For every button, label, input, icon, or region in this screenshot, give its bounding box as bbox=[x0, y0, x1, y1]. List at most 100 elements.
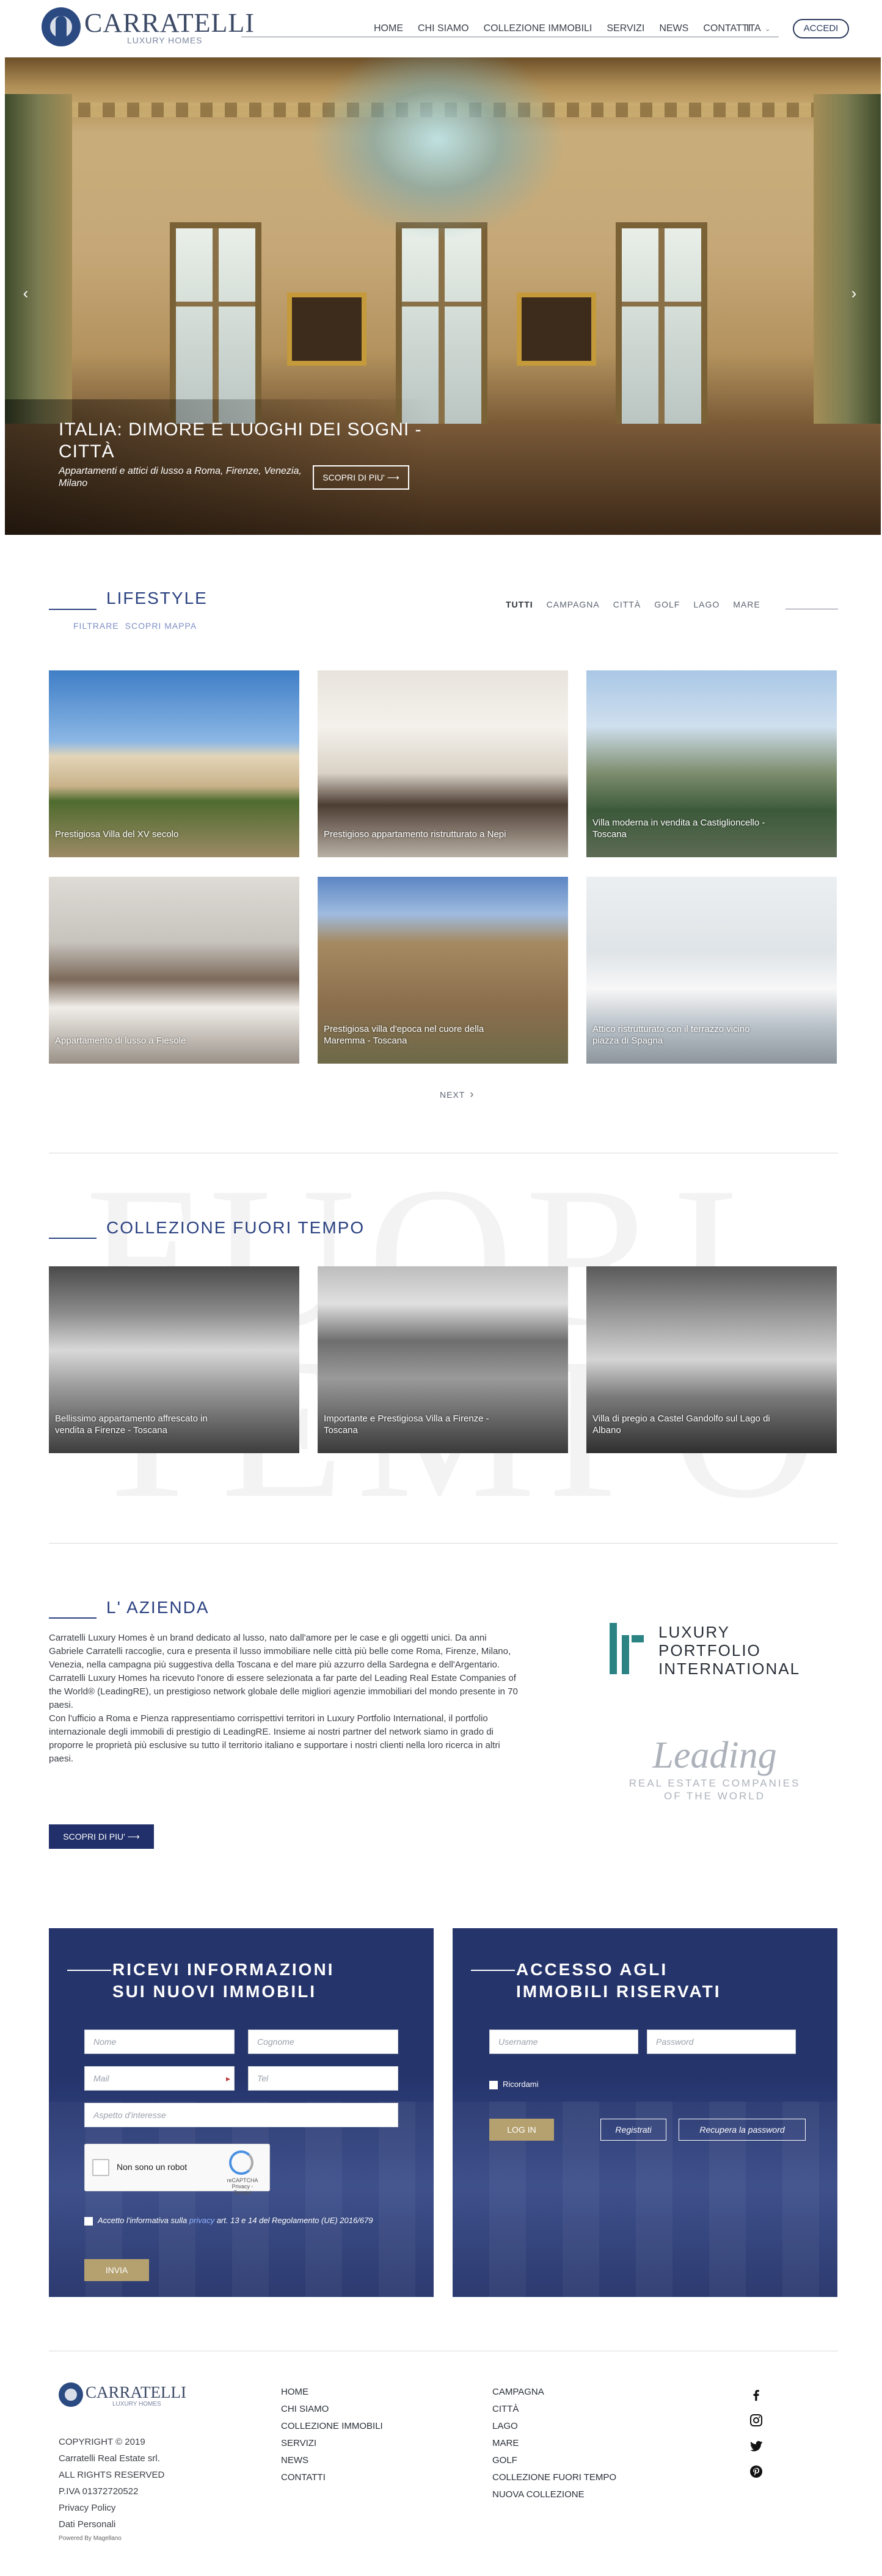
footer-link[interactable]: CONTATTI bbox=[281, 2469, 383, 2486]
footer-nav-col1: HOME CHI SIAMO COLLEZIONE IMMOBILI SERVI… bbox=[281, 2384, 383, 2486]
property-card[interactable]: Appartamento di lusso a Fiesole bbox=[49, 877, 299, 1064]
tab-lago[interactable]: LAGO bbox=[693, 598, 720, 611]
lpi-line: LUXURY bbox=[658, 1623, 731, 1641]
nav-servizi[interactable]: SERVIZI bbox=[607, 22, 644, 35]
language-label: ITA bbox=[746, 23, 761, 34]
azienda-title: L' AZIENDA bbox=[106, 1598, 210, 1617]
nav-chi-siamo[interactable]: CHI SIAMO bbox=[418, 22, 469, 35]
hero-discover-label: SCOPRI DI PIU' bbox=[323, 473, 385, 482]
nav-news[interactable]: NEWS bbox=[659, 22, 688, 35]
section-divider bbox=[49, 1543, 838, 1544]
property-caption: Attico ristrutturato con il terrazzo vic… bbox=[592, 1024, 750, 1046]
logo-name: CARRATELLI bbox=[84, 8, 255, 38]
slider-next-arrow-icon[interactable]: › bbox=[847, 285, 861, 301]
slider-prev-arrow-icon[interactable]: ‹ bbox=[18, 285, 33, 301]
azienda-paragraph: Carratelli Luxury Homes è un brand dedic… bbox=[49, 1633, 511, 1670]
property-caption: Prestigioso appartamento ristrutturato a… bbox=[324, 829, 506, 840]
recaptcha-widget: Non sono un robot reCAPTCHA Privacy - Te… bbox=[84, 2144, 270, 2196]
footer-link[interactable]: CAMPAGNA bbox=[492, 2384, 616, 2401]
azienda-paragraph: Con l'ufficio a Roma e Pienza rappresent… bbox=[49, 1713, 500, 1764]
property-card[interactable]: Prestigiosa Villa del XV secolo bbox=[49, 670, 299, 857]
info-form-title-line: RICEVI INFORMAZIONI bbox=[112, 1960, 335, 1979]
access-form-title-line: ACCESSO AGLI bbox=[516, 1960, 668, 1979]
login-button[interactable]: ACCEDI bbox=[793, 19, 849, 38]
footer-logo[interactable]: CARRATELLI LUXURY HOMES bbox=[59, 2382, 186, 2409]
interest-field[interactable]: Aspetto d'interesse bbox=[84, 2103, 398, 2127]
site-header: CARRATELLI LUXURY HOMES HOME CHI SIAMO C… bbox=[0, 0, 882, 56]
nome-field[interactable]: Nome bbox=[84, 2030, 235, 2054]
footer-link[interactable]: NEWS bbox=[281, 2452, 383, 2469]
leading-re-logo[interactable]: Leading REAL ESTATE COMPANIES OF THE WOR… bbox=[611, 1734, 818, 1826]
footer-link[interactable]: SERVIZI bbox=[281, 2435, 383, 2452]
recaptcha-checkbox[interactable] bbox=[92, 2159, 109, 2176]
twitter-icon[interactable] bbox=[749, 2439, 764, 2453]
tab-golf[interactable]: GOLF bbox=[654, 598, 680, 611]
property-card[interactable]: Attico ristrutturato con il terrazzo vic… bbox=[586, 877, 837, 1064]
footer-link[interactable]: NUOVA COLLEZIONE bbox=[492, 2486, 616, 2503]
nav-collezione-immobili[interactable]: COLLEZIONE IMMOBILI bbox=[484, 22, 592, 35]
tab-campagna[interactable]: CAMPAGNA bbox=[547, 598, 600, 611]
map-link[interactable]: SCOPRI MAPPA bbox=[125, 621, 197, 631]
footer-link[interactable]: COLLEZIONE IMMOBILI bbox=[281, 2418, 383, 2435]
property-card[interactable]: Bellissimo appartamento affrescato in ve… bbox=[49, 1266, 299, 1453]
copyright-line: COPYRIGHT © 2019 bbox=[59, 2437, 145, 2447]
footer-logo-name: CARRATELLI bbox=[86, 2383, 186, 2401]
luxury-portfolio-logo[interactable]: LUXURY PORTFOLIO INTERNATIONAL bbox=[610, 1618, 817, 1679]
info-form-title-line: SUI NUOVI IMMOBILI bbox=[112, 1982, 316, 2001]
lifestyle-title: LIFESTYLE bbox=[106, 589, 208, 608]
password-field[interactable]: Password bbox=[647, 2030, 796, 2054]
facebook-icon[interactable] bbox=[749, 2387, 764, 2402]
logo[interactable]: CARRATELLI LUXURY HOMES bbox=[42, 7, 254, 46]
property-caption: Villa moderna in vendita a Castiglioncel… bbox=[592, 818, 765, 840]
footer-link[interactable]: CHI SIAMO bbox=[281, 2401, 383, 2418]
privacy-link[interactable]: privacy bbox=[189, 2216, 214, 2225]
cognome-field[interactable]: Cognome bbox=[248, 2030, 398, 2054]
panel-line bbox=[67, 1970, 111, 1971]
main-nav: HOME CHI SIAMO COLLEZIONE IMMOBILI SERVI… bbox=[374, 22, 765, 35]
login-submit-button[interactable]: LOG IN bbox=[489, 2119, 554, 2141]
property-card[interactable]: Villa di pregio a Castel Gandolfo sul La… bbox=[586, 1266, 837, 1453]
footer-link[interactable]: LAGO bbox=[492, 2418, 616, 2435]
language-selector[interactable]: ITA ⌄ bbox=[746, 22, 771, 35]
tab-citta[interactable]: CITTÀ bbox=[613, 598, 641, 611]
filter-link[interactable]: FILTRARE bbox=[73, 621, 119, 631]
property-card[interactable]: Importante e Prestigiosa Villa a Firenze… bbox=[318, 1266, 568, 1453]
property-card[interactable]: Prestigioso appartamento ristrutturato a… bbox=[318, 670, 568, 857]
remember-checkbox[interactable] bbox=[489, 2081, 498, 2089]
privacy-text: Accetto l'informativa sulla privacy art.… bbox=[98, 2215, 403, 2226]
recover-password-button[interactable]: Recupera la password bbox=[679, 2119, 806, 2141]
fleur-de-lis-icon bbox=[59, 2382, 83, 2407]
footer-link[interactable]: MARE bbox=[492, 2435, 616, 2452]
hero-discover-button[interactable]: SCOPRI DI PIU' ⟶ bbox=[313, 465, 409, 490]
info-form-panel: RICEVI INFORMAZIONI SUI NUOVI IMMOBILI N… bbox=[49, 1928, 434, 2297]
tab-mare[interactable]: MARE bbox=[733, 598, 760, 611]
footer-link[interactable]: COLLEZIONE FUORI TEMPO bbox=[492, 2469, 616, 2486]
recaptcha-icon bbox=[229, 2150, 253, 2175]
pinterest-icon[interactable] bbox=[749, 2464, 764, 2479]
fleur-de-lis-icon bbox=[42, 7, 81, 46]
tab-tutti[interactable]: TUTTI bbox=[506, 598, 533, 611]
username-field[interactable]: Username bbox=[489, 2030, 638, 2054]
register-button[interactable]: Registrati bbox=[600, 2119, 666, 2141]
send-button[interactable]: INVIA bbox=[84, 2259, 149, 2281]
tel-field[interactable]: Tel bbox=[248, 2066, 398, 2091]
footer-link[interactable]: HOME bbox=[281, 2384, 383, 2401]
property-card[interactable]: Prestigiosa villa d'epoca nel cuore dell… bbox=[318, 877, 568, 1064]
footer-link[interactable]: CITTÀ bbox=[492, 2401, 616, 2418]
mail-field[interactable]: Mail bbox=[84, 2066, 235, 2091]
privacy-checkbox[interactable] bbox=[84, 2217, 93, 2226]
nav-contatti[interactable]: CONTATTI bbox=[703, 22, 751, 35]
footer-link[interactable]: GOLF bbox=[492, 2452, 616, 2469]
nav-home[interactable]: HOME bbox=[374, 22, 403, 35]
hero-image-painting bbox=[287, 292, 366, 366]
instagram-icon[interactable] bbox=[749, 2413, 764, 2428]
remember-label: Ricordami bbox=[503, 2080, 539, 2089]
azienda-discover-button[interactable]: SCOPRI DI PIU' ⟶ bbox=[49, 1824, 154, 1849]
personal-data-link[interactable]: Dati Personali bbox=[59, 2516, 164, 2533]
next-button[interactable]: NEXT › bbox=[440, 1088, 474, 1101]
powered-by[interactable]: Powered By Magellano bbox=[59, 2535, 122, 2542]
privacy-policy-link[interactable]: Privacy Policy bbox=[59, 2500, 164, 2516]
property-card[interactable]: Villa moderna in vendita a Castiglioncel… bbox=[586, 670, 837, 857]
azienda-text: Carratelli Luxury Homes è un brand dedic… bbox=[49, 1631, 519, 1766]
panel-line bbox=[471, 1970, 515, 1971]
